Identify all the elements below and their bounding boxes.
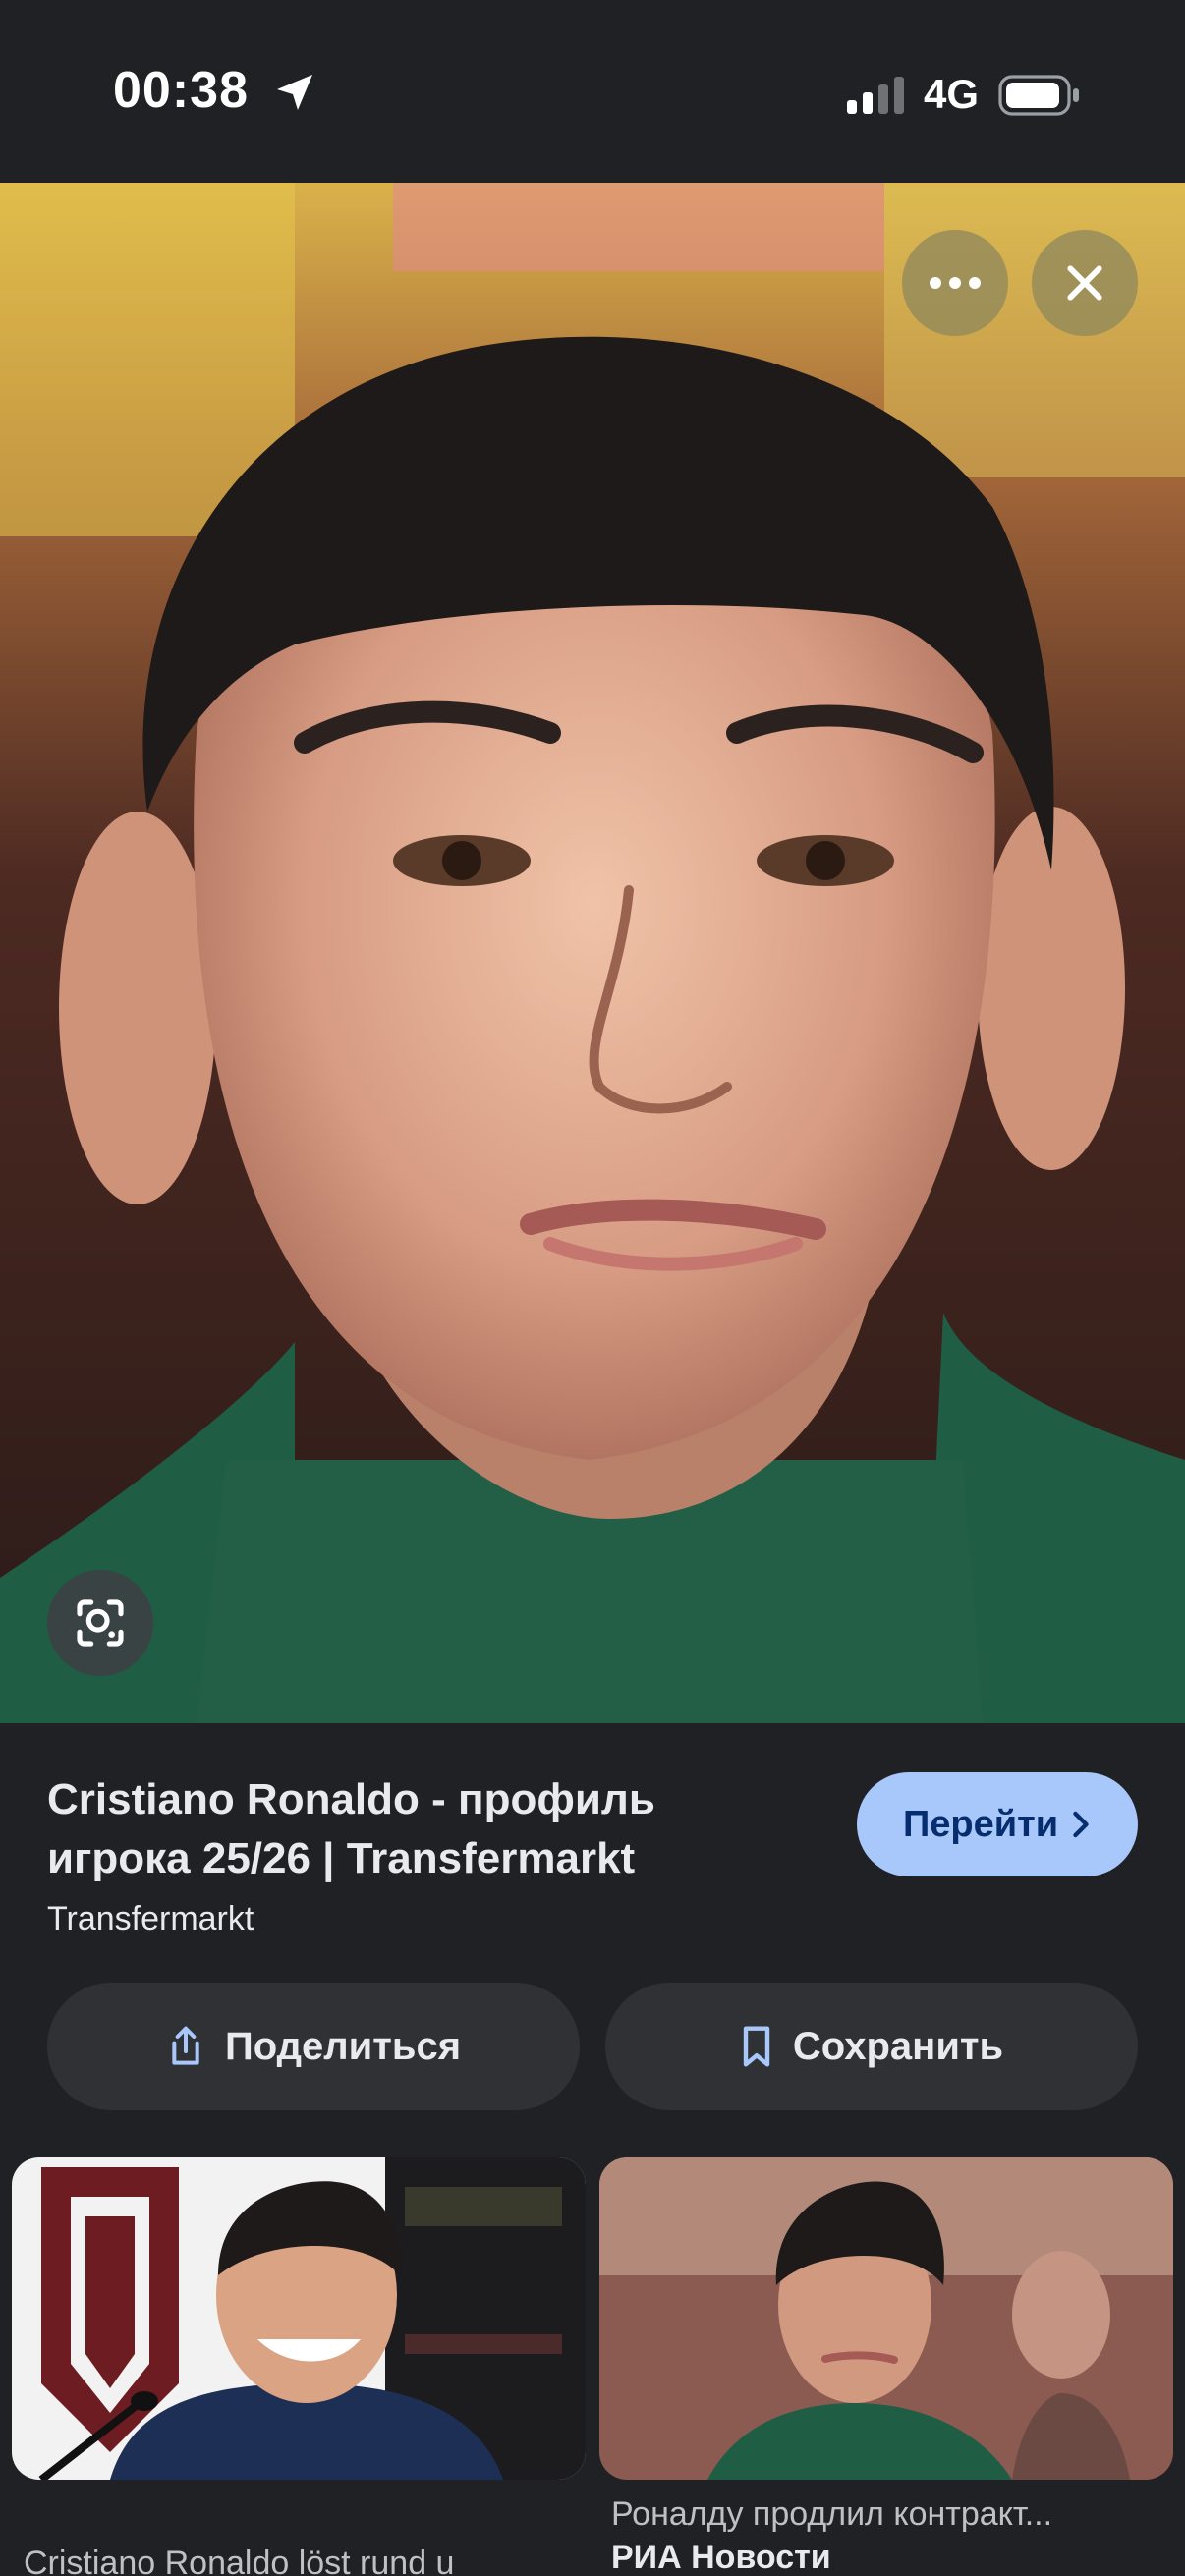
visit-label: Перейти: [902, 1803, 1059, 1845]
status-bar: 00:38 4G: [0, 0, 1185, 183]
share-label: Поделиться: [224, 2024, 462, 2068]
save-button[interactable]: Сохранить: [605, 1983, 1138, 2110]
location-arrow-icon: [277, 75, 312, 110]
lens-icon: [77, 1599, 124, 1647]
close-button[interactable]: [1032, 230, 1138, 336]
result-source: Transfermarkt: [47, 1900, 254, 1937]
related-source: РИА Новости: [611, 2539, 831, 2576]
result-info-panel: Cristiano Ronaldo - профиль игрока 25/26…: [0, 1723, 1185, 2576]
related-thumbnail[interactable]: [12, 2157, 586, 2480]
network-type: 4G: [924, 71, 980, 117]
share-button[interactable]: Поделиться: [47, 1983, 580, 2110]
more-options-button[interactable]: [902, 230, 1008, 336]
lens-search-button[interactable]: [47, 1570, 153, 1676]
related-caption[interactable]: Роналду продлил контракт...: [611, 2495, 1161, 2534]
chevron-right-icon: [1073, 1811, 1089, 1838]
status-time: 00:38: [113, 62, 249, 119]
related-thumbnail[interactable]: [599, 2157, 1173, 2480]
battery-icon: [998, 75, 1079, 116]
related-photo: [599, 2157, 1173, 2480]
portrait-photo: [0, 183, 1185, 1723]
save-label: Сохранить: [792, 2024, 1004, 2068]
related-photo: [12, 2157, 586, 2480]
hero-image[interactable]: [0, 183, 1185, 1723]
signal-icon: [847, 77, 904, 114]
visit-button[interactable]: Перейти: [857, 1772, 1138, 1876]
bookmark-icon: [743, 2026, 770, 2067]
share-icon: [172, 2026, 199, 2065]
related-caption[interactable]: Cristiano Ronaldo löst rund u: [24, 2545, 535, 2576]
result-title[interactable]: Cristiano Ronaldo - профиль игрока 25/26…: [47, 1770, 735, 1888]
more-icon: [930, 277, 981, 289]
close-icon: [1067, 265, 1102, 301]
